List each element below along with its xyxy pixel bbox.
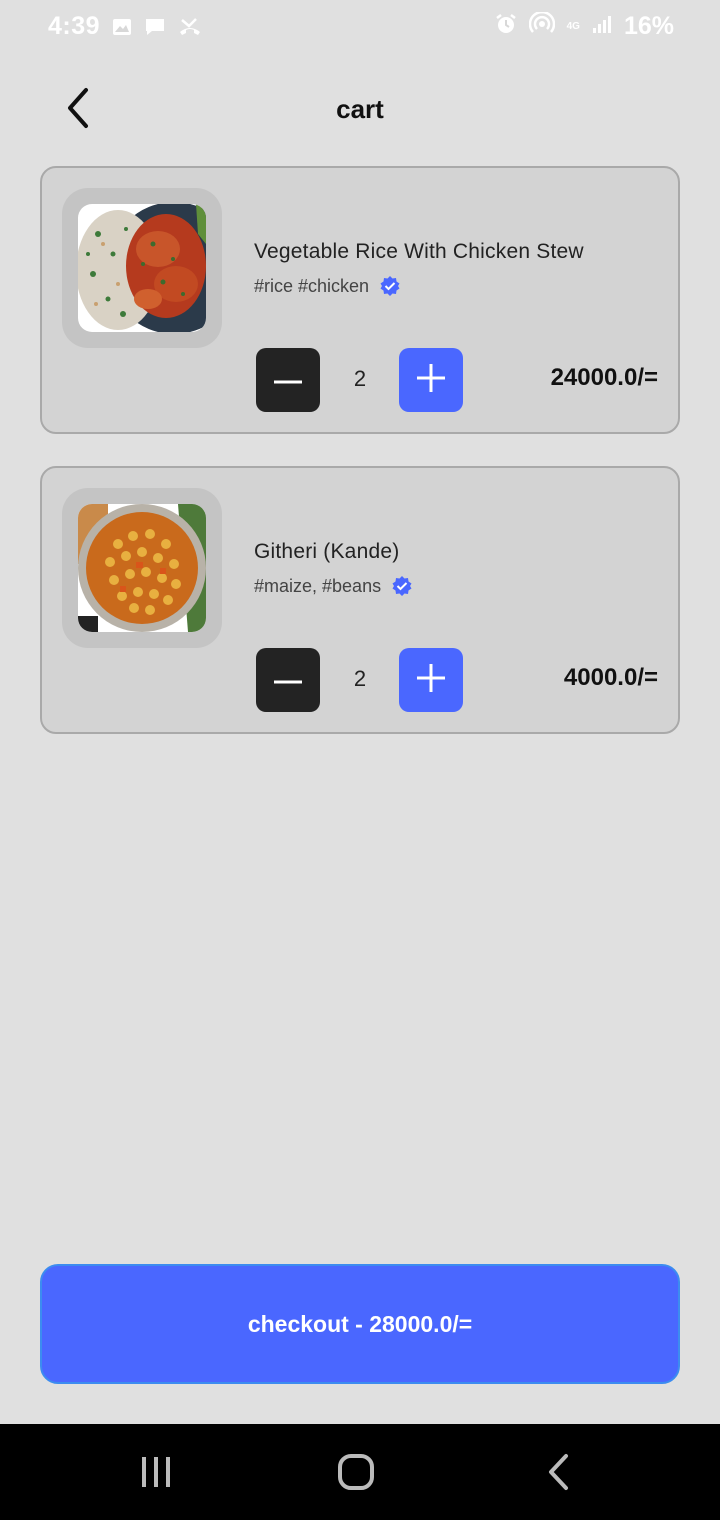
battery-level: 16% <box>623 12 674 40</box>
plus-icon <box>417 663 445 697</box>
home-icon <box>337 1453 375 1496</box>
verified-badge-icon <box>391 575 413 597</box>
githeri-photo <box>78 504 206 632</box>
recent-apps-icon <box>138 1455 174 1494</box>
item-image-frame <box>62 488 222 648</box>
checkout-label: checkout - 28000.0/= <box>247 1310 473 1337</box>
back-icon <box>546 1453 570 1496</box>
navigation-bar <box>0 1424 720 1520</box>
item-price: 4000.0/= <box>563 664 658 691</box>
minus-icon <box>274 371 302 389</box>
page-title: cart <box>336 94 384 124</box>
nav-back-button[interactable] <box>528 1452 588 1496</box>
item-tags-row: #rice #chicken <box>254 275 401 297</box>
status-bar: 4:39 4G 16% <box>0 0 720 56</box>
item-name: Vegetable Rice With Chicken Stew <box>254 240 584 263</box>
item-name: Githeri (Kande) <box>254 540 400 563</box>
item-tags: #maize, #beans <box>254 575 382 596</box>
cart-item: Vegetable Rice With Chicken Stew #rice #… <box>40 166 680 434</box>
quantity-value: 2 <box>353 666 367 691</box>
status-time: 4:39 <box>48 12 101 40</box>
increase-quantity-button[interactable] <box>399 648 463 712</box>
item-tags-row: #maize, #beans <box>254 575 413 597</box>
increase-quantity-button[interactable] <box>399 348 463 412</box>
verified-badge-icon <box>379 275 401 297</box>
decrease-quantity-button[interactable] <box>256 348 320 412</box>
quantity-value: 2 <box>353 366 367 391</box>
cart-item: Githeri (Kande) #maize, #beans 2 4000.0/… <box>40 466 680 734</box>
image-icon <box>112 17 132 42</box>
status-notification-icons <box>112 16 202 43</box>
rice-chicken-stew-photo <box>78 204 206 332</box>
alarm-icon <box>495 13 517 40</box>
minus-icon <box>274 671 302 689</box>
signal-icon <box>592 14 612 39</box>
checkout-button[interactable]: checkout - 28000.0/= <box>40 1264 680 1384</box>
decrease-quantity-button[interactable] <box>256 648 320 712</box>
status-system-icons: 4G 16% <box>495 10 674 41</box>
missed-call-icon <box>178 16 202 43</box>
home-button[interactable] <box>326 1452 386 1496</box>
item-tags: #rice #chicken <box>254 275 370 296</box>
hotspot-icon <box>528 10 555 41</box>
recent-apps-button[interactable] <box>126 1452 186 1496</box>
item-image-frame <box>62 188 222 348</box>
plus-icon <box>417 363 445 397</box>
item-price: 24000.0/= <box>550 364 658 391</box>
message-icon <box>144 16 166 43</box>
network-type: 4G <box>566 20 580 32</box>
